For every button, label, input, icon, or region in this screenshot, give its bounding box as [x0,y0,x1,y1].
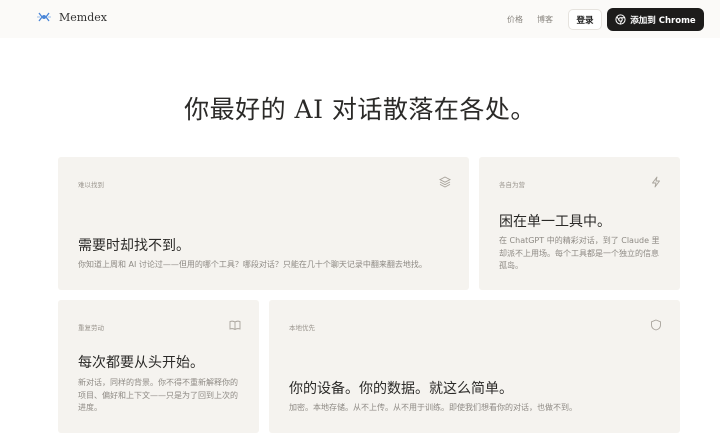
feature-card-hard-to-find: 难以找到 需要时却找不到。 你知道上周和 AI 讨论过——但用的哪个工具？哪段对… [58,157,469,290]
nav-link-blog[interactable]: 博客 [537,14,553,25]
card-title: 你的设备。你的数据。就这么简单。 [289,381,513,397]
add-to-chrome-label: 添加到 Chrome [630,15,696,26]
shield-icon [651,319,661,331]
card-tag: 各自为营 [499,181,525,189]
layers-icon [439,176,451,188]
card-description: 加密。本地存储。从不上传。从不用于训练。即使我们想看你的对话，也做不到。 [289,403,577,412]
card-title: 需要时却找不到。 [78,238,190,254]
add-to-chrome-button[interactable]: 添加到 Chrome [607,8,704,31]
card-description: 你知道上周和 AI 讨论过——但用的哪个工具？哪段对话？只能在几十个聊天记录中翻… [78,260,427,269]
chrome-icon [615,14,626,25]
card-tag: 重复劳动 [78,324,104,332]
feature-card-local-first: 本地优先 你的设备。你的数据。就这么简单。 加密。本地存储。从不上传。从不用于训… [269,300,680,433]
card-tag: 本地优先 [289,324,315,332]
feature-card-silos: 各自为营 困在单一工具中。 在 ChatGPT 中的精彩对话，到了 Claude… [479,157,680,290]
hero-title: 你最好的 AI 对话散落在各处。 [184,95,536,124]
top-nav-bar: Memdex 价格 博客 登录 添加到 Chrome [0,0,720,38]
brand-name: Memdex [59,10,107,24]
card-title: 每次都要从头开始。 [78,355,204,371]
lightning-icon [652,176,660,188]
card-title: 困在单一工具中。 [499,214,611,230]
login-button[interactable]: 登录 [568,9,602,30]
memdex-logo-icon [37,12,51,22]
card-description: 新对话，同样的背景。你不得不重新解释你的项目、偏好和上下文——只是为了回到上次的… [78,378,238,412]
brand[interactable]: Memdex [36,9,107,25]
card-tag: 难以找到 [78,181,104,189]
book-icon [229,320,241,331]
feature-card-repetition: 重复劳动 每次都要从头开始。 新对话，同样的背景。你不得不重新解释你的项目、偏好… [58,300,259,433]
nav-link-pricing[interactable]: 价格 [507,14,523,25]
card-description: 在 ChatGPT 中的精彩对话，到了 Claude 里却派不上用场。每个工具都… [499,236,660,270]
